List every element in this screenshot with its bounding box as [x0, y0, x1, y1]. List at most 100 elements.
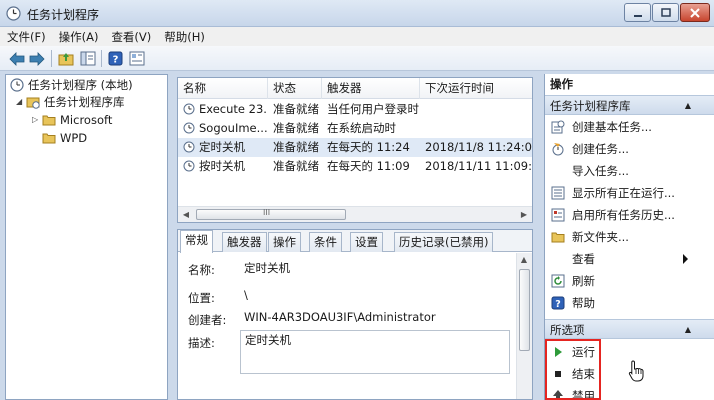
task-name: Execute 23... [199, 102, 268, 116]
expand-toggle[interactable]: ◢ [16, 97, 25, 106]
table-row[interactable]: Execute 23... 准备就绪 当任何用户登录时 [178, 100, 532, 119]
tab-actions[interactable]: 操作 [268, 232, 301, 252]
column-header-trigger[interactable]: 触发器 [322, 78, 420, 99]
task-trigger: 当任何用户登录时 [327, 102, 419, 116]
folder-clock-icon [26, 97, 40, 109]
tab-triggers[interactable]: 触发器 [222, 232, 267, 252]
expand-toggle[interactable]: ▷ [32, 115, 41, 124]
back-button[interactable] [8, 50, 25, 67]
task-next-run: 2018/11/11 11:09:03 [425, 159, 532, 173]
toolbar-separator [51, 50, 52, 67]
clock-icon [6, 6, 21, 21]
tree-item-microsoft[interactable]: Microsoft [42, 111, 112, 129]
name-field[interactable]: 定时关机 [240, 257, 510, 279]
tab-general[interactable]: 常规 [180, 230, 213, 253]
properties-button[interactable] [128, 50, 145, 67]
scroll-up-arrow-icon[interactable]: ▲ [518, 254, 530, 266]
tree-item-label: 任务计划程序库 [44, 95, 125, 109]
scrollbar-thumb[interactable]: III [196, 208, 346, 220]
horizontal-scrollbar[interactable]: ◀ III ▶ [178, 206, 532, 222]
details-tabs: 常规 触发器 操作 条件 设置 历史记录(已禁用) [178, 230, 532, 253]
task-next-run [425, 100, 532, 119]
collapse-up-icon[interactable]: ▲ [685, 320, 691, 340]
folder-up-button[interactable] [57, 50, 74, 67]
tree-item-wpd[interactable]: WPD [42, 129, 87, 147]
action-view[interactable]: 查看 [545, 248, 714, 270]
tree-item-label: Microsoft [60, 113, 113, 127]
menu-bar: 文件(F) 操作(A) 查看(V) 帮助(H) [0, 27, 714, 46]
table-row-selected[interactable]: 定时关机 准备就绪 在每天的 11:24 2018/11/8 11:24:05 [178, 138, 533, 157]
task-next-run: 2018/11/8 11:24:05 [425, 140, 533, 154]
forward-arrow-icon [29, 51, 45, 66]
create-task-icon [552, 143, 564, 156]
task-trigger: 在系统启动时 [327, 121, 396, 135]
menu-help[interactable]: 帮助(H) [164, 29, 205, 45]
task-status: 准备就绪 [273, 121, 319, 135]
task-status: 准备就绪 [273, 102, 319, 116]
title-bar: 任务计划程序 [0, 0, 714, 27]
close-button[interactable] [680, 3, 710, 22]
refresh-icon [551, 274, 565, 288]
help-button[interactable]: ? [107, 50, 124, 67]
window-title: 任务计划程序 [27, 8, 100, 22]
tree-root-label: 任务计划程序 (本地) [28, 78, 133, 92]
menu-file[interactable]: 文件(F) [7, 29, 46, 45]
action-label: 显示所有正在运行... [572, 186, 675, 200]
menu-view[interactable]: 查看(V) [111, 29, 151, 45]
action-label: 创建基本任务... [572, 120, 652, 134]
vertical-scrollbar[interactable]: ▲ [516, 253, 532, 399]
task-status: 准备就绪 [273, 140, 319, 154]
history-icon [551, 208, 565, 222]
collapse-up-icon[interactable]: ▲ [685, 96, 691, 116]
wizard-icon [551, 120, 565, 134]
action-create-task[interactable]: 创建任务... [545, 138, 714, 160]
group-title: 任务计划程序库 [550, 99, 631, 113]
forward-button[interactable] [28, 50, 45, 67]
close-icon [690, 7, 700, 18]
action-import-task[interactable]: 导入任务... [545, 160, 714, 182]
task-name: SogouIme... [199, 121, 268, 135]
tree-item-library[interactable]: 任务计划程序库 [26, 93, 125, 111]
task-clock-icon [183, 103, 195, 115]
minimize-button[interactable] [624, 3, 651, 22]
column-header-name[interactable]: 名称 [178, 78, 268, 99]
folder-up-icon [58, 53, 73, 66]
folder-icon [551, 232, 565, 243]
tree-root[interactable]: 任务计划程序 (本地) [10, 76, 133, 94]
actions-group-selected[interactable]: 所选项 ▲ [545, 319, 714, 339]
action-new-folder[interactable]: 新文件夹... [545, 226, 714, 248]
action-label: 帮助 [572, 296, 595, 310]
scrollbar-thumb[interactable] [519, 269, 530, 351]
menu-action[interactable]: 操作(A) [59, 29, 99, 45]
show-hide-tree-button[interactable] [79, 50, 96, 67]
clock-icon [10, 78, 24, 92]
author-field[interactable]: WIN-4AR3DOAU3IF\Administrator [240, 306, 510, 328]
minimize-icon [633, 14, 642, 17]
maximize-button[interactable] [652, 3, 679, 22]
running-tasks-icon [551, 186, 565, 200]
description-field[interactable]: 定时关机 [240, 330, 510, 374]
action-help[interactable]: ? 帮助 [545, 292, 714, 314]
table-row[interactable]: SogouIme... 准备就绪 在系统启动时 [178, 119, 532, 138]
task-name: 定时关机 [199, 140, 245, 154]
tab-conditions[interactable]: 条件 [309, 232, 342, 252]
actions-group-library[interactable]: 任务计划程序库 ▲ [545, 95, 714, 115]
task-trigger: 在每天的 11:09 [327, 159, 410, 173]
action-create-basic-task[interactable]: 创建基本任务... [545, 116, 714, 138]
action-label: 刷新 [572, 274, 595, 288]
tab-history[interactable]: 历史记录(已禁用) [394, 232, 494, 252]
task-status: 准备就绪 [273, 159, 319, 173]
column-header-next-run[interactable]: 下次运行时间 [420, 78, 532, 99]
column-header-status[interactable]: 状态 [268, 78, 322, 99]
action-enable-history[interactable]: 启用所有任务历史... [545, 204, 714, 226]
location-field[interactable]: \ [240, 284, 510, 306]
toolbar: ? [0, 46, 714, 71]
submenu-arrow-icon [683, 254, 688, 264]
action-refresh[interactable]: 刷新 [545, 270, 714, 292]
action-show-running[interactable]: 显示所有正在运行... [545, 182, 714, 204]
scroll-left-arrow-icon[interactable]: ◀ [180, 209, 192, 221]
toolbar-separator [101, 50, 102, 67]
scroll-right-arrow-icon[interactable]: ▶ [518, 209, 530, 221]
tab-settings[interactable]: 设置 [350, 232, 383, 252]
table-row[interactable]: 按时关机 准备就绪 在每天的 11:09 2018/11/11 11:09:03 [178, 157, 532, 176]
